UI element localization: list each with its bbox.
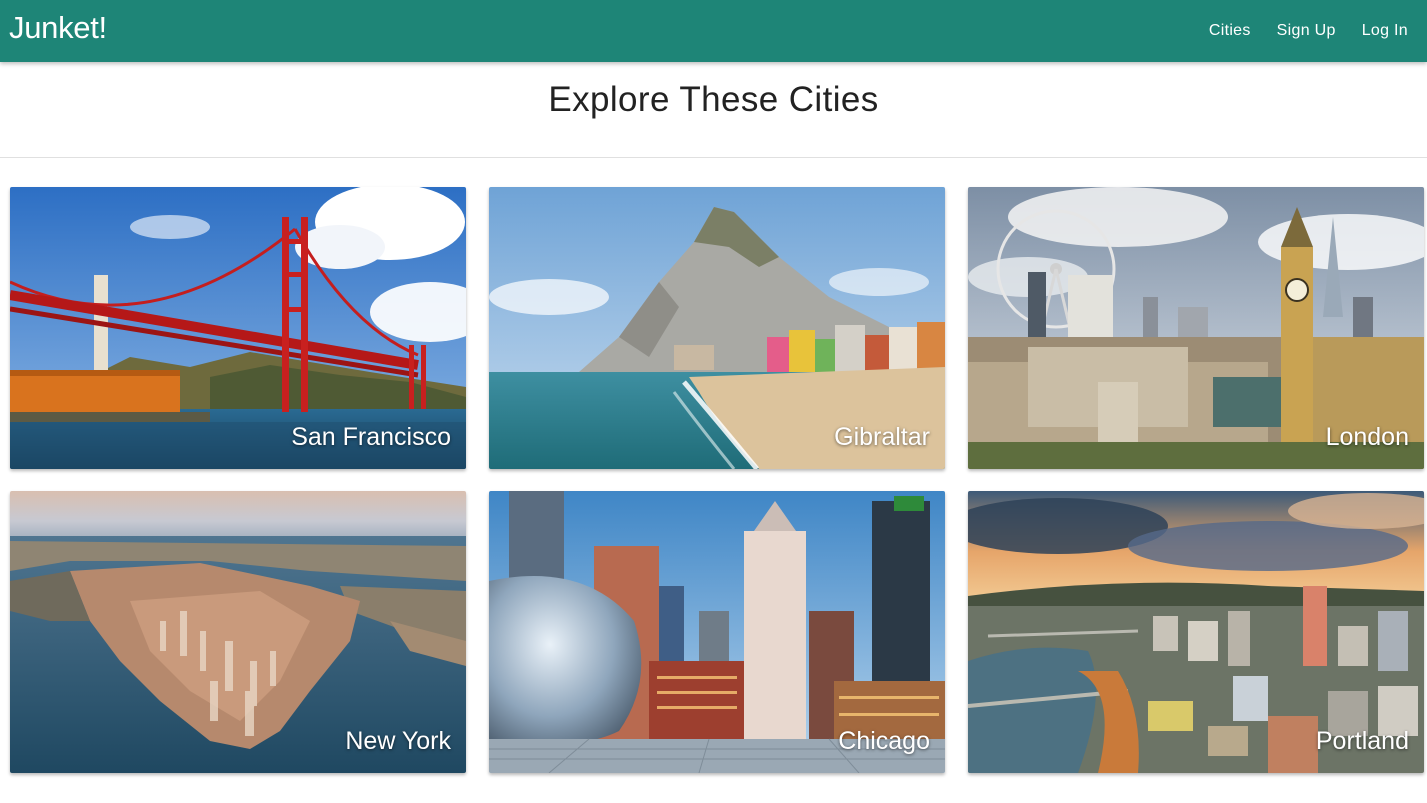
city-name-label: San Francisco <box>291 423 451 451</box>
header-divider <box>0 157 1427 158</box>
city-name-label: Portland <box>1315 727 1409 755</box>
nav-links: Cities Sign Up Log In <box>1196 0 1421 62</box>
city-name-label: London <box>1325 423 1409 451</box>
city-card-chicago[interactable]: Chicago <box>489 491 945 773</box>
city-name-label: Chicago <box>838 727 930 755</box>
nav-link-sign-up[interactable]: Sign Up <box>1264 0 1349 62</box>
nav-link-cities[interactable]: Cities <box>1196 0 1264 62</box>
top-navbar: Junket! Cities Sign Up Log In <box>0 0 1427 62</box>
city-card-san-francisco[interactable]: San Francisco <box>10 187 466 469</box>
city-card-new-york[interactable]: New York <box>10 491 466 773</box>
city-name-label: Gibraltar <box>834 423 930 451</box>
page-title: Explore These Cities <box>548 80 879 119</box>
city-card-gibraltar[interactable]: Gibraltar <box>489 187 945 469</box>
city-name-label: New York <box>345 727 451 755</box>
nav-link-log-in[interactable]: Log In <box>1349 0 1421 62</box>
brand-logo[interactable]: Junket! <box>9 10 107 46</box>
city-card-portland[interactable]: Portland <box>968 491 1424 773</box>
city-card-london[interactable]: London <box>968 187 1424 469</box>
